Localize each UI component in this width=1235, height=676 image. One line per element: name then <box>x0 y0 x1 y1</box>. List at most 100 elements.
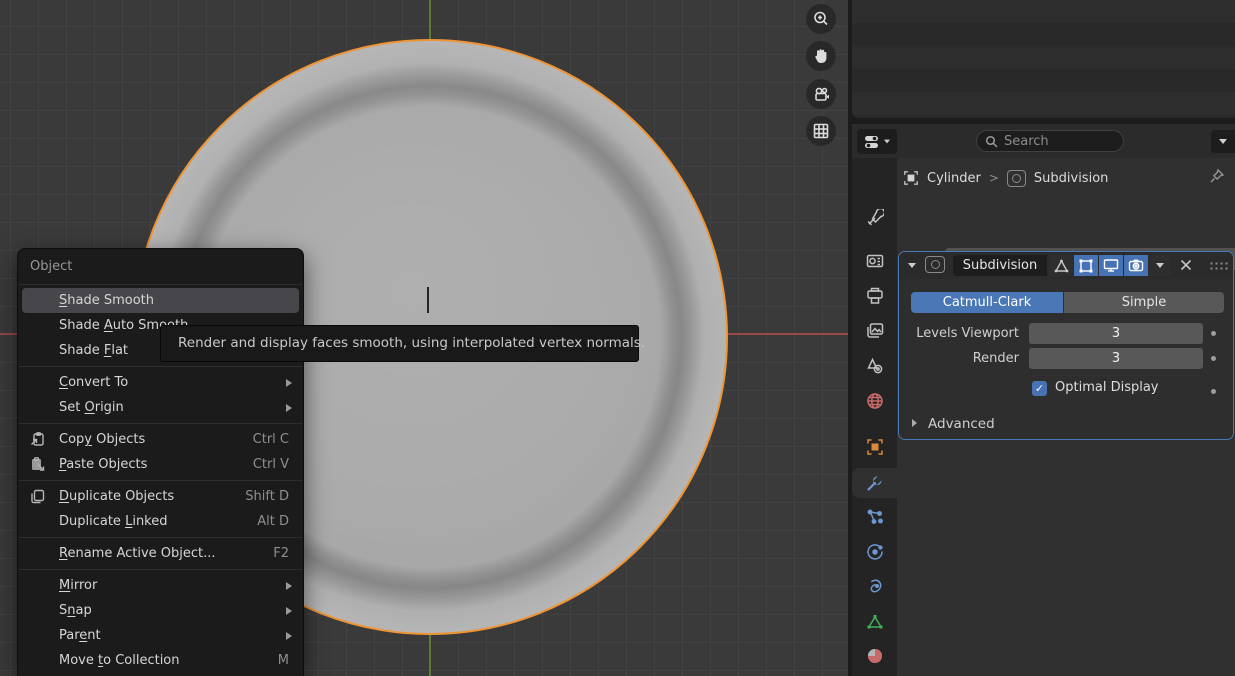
animate-dot[interactable] <box>1211 356 1216 361</box>
advanced-section-toggle[interactable]: Advanced <box>928 416 995 432</box>
chevron-down-icon <box>1156 263 1164 268</box>
search-input[interactable] <box>1004 134 1104 149</box>
blender-window: Object Shade Smooth Shade Auto Smooth Sh… <box>0 0 1235 676</box>
constraints-icon <box>866 578 884 596</box>
tab-view-layer[interactable] <box>852 316 897 346</box>
menu-item-mirror[interactable]: Mirror <box>18 573 303 598</box>
type-catmull-clark-button[interactable]: Catmull-Clark <box>911 292 1063 313</box>
pan-button[interactable] <box>806 41 836 71</box>
zoom-icon <box>812 10 830 28</box>
levels-viewport-field[interactable]: 3 <box>1029 323 1203 344</box>
breadcrumb-separator: > <box>989 171 999 185</box>
physics-icon <box>866 543 884 561</box>
view-layer-icon <box>866 322 884 340</box>
tab-material[interactable] <box>852 641 897 671</box>
menu-title: Object <box>18 255 303 281</box>
mesh-data-icon <box>866 613 884 631</box>
animate-dot[interactable] <box>1211 331 1216 336</box>
render-icon <box>866 252 884 270</box>
camera-view-button[interactable] <box>806 79 836 109</box>
viewport-3d[interactable]: Object Shade Smooth Shade Auto Smooth Sh… <box>0 0 848 676</box>
particles-icon <box>866 508 884 526</box>
editor-type-button[interactable] <box>857 129 897 154</box>
drag-grip-icon[interactable] <box>1209 261 1229 270</box>
modifier-panel-header[interactable]: Subdivision <box>899 252 1233 279</box>
menu-separator <box>19 537 302 538</box>
menu-separator <box>19 569 302 570</box>
animate-dot[interactable] <box>1211 389 1216 394</box>
tab-particles[interactable] <box>852 502 897 532</box>
toggle-display-viewport[interactable] <box>1099 255 1123 276</box>
output-icon <box>866 287 884 305</box>
grid-ortho-button[interactable] <box>806 116 836 146</box>
render-levels-label: Render <box>899 348 1019 369</box>
toggle-display-render[interactable] <box>1124 255 1148 276</box>
world-icon <box>866 392 884 410</box>
submenu-arrow-icon <box>286 582 292 590</box>
tool-icon <box>866 209 884 227</box>
toggle-edit-mode[interactable] <box>1074 255 1098 276</box>
zoom-button[interactable] <box>806 4 836 34</box>
subdivision-modifier-panel: Subdivision <box>898 251 1234 440</box>
menu-item-convert-to[interactable]: Convert To <box>18 370 303 395</box>
type-simple-button[interactable]: Simple <box>1064 292 1224 313</box>
chevron-down-icon <box>884 140 890 144</box>
tab-physics[interactable] <box>852 537 897 567</box>
menu-item-duplicate-objects[interactable]: Duplicate Objects Shift D <box>18 484 303 509</box>
properties-tab-strip <box>852 158 897 676</box>
camera-view-icon <box>812 85 831 104</box>
tab-output[interactable] <box>852 281 897 311</box>
breadcrumb-object[interactable]: Cylinder <box>927 171 981 186</box>
toggle-on-cage[interactable] <box>1049 255 1073 276</box>
menu-item-move-to-collection[interactable]: Move to Collection M <box>18 648 303 673</box>
submenu-arrow-icon <box>286 404 292 412</box>
modifier-name-field[interactable]: Subdivision <box>953 255 1047 276</box>
tab-constraints[interactable] <box>852 572 897 602</box>
copy-icon <box>29 431 46 448</box>
breadcrumb-modifier[interactable]: Subdivision <box>1034 171 1109 186</box>
tab-world[interactable] <box>852 386 897 416</box>
subdivision-modifier-icon <box>925 256 945 273</box>
close-icon[interactable] <box>1179 258 1193 272</box>
grid-ortho-icon <box>812 122 830 140</box>
menu-item-parent[interactable]: Parent <box>18 623 303 648</box>
header-options-button[interactable] <box>1211 130 1235 153</box>
submenu-arrow-icon <box>286 607 292 615</box>
menu-item-copy-objects[interactable]: Copy Objects Ctrl C <box>18 427 303 452</box>
menu-item-shade-smooth[interactable]: Shade Smooth <box>22 288 299 313</box>
optimal-display-checkbox[interactable]: ✓ <box>1032 381 1047 396</box>
tab-object-data[interactable] <box>852 607 897 637</box>
search-icon <box>985 135 998 148</box>
submenu-arrow-icon <box>286 379 292 387</box>
pin-icon[interactable] <box>1209 168 1225 184</box>
expand-chevron-icon[interactable] <box>908 263 916 268</box>
menu-separator <box>19 284 302 285</box>
duplicate-icon <box>29 488 46 505</box>
pan-hand-icon <box>812 47 830 65</box>
tab-tool[interactable] <box>852 203 897 233</box>
menu-separator <box>19 366 302 367</box>
menu-item-set-origin[interactable]: Set Origin <box>18 395 303 420</box>
breadcrumb: Cylinder > Subdivision <box>903 168 1108 188</box>
chevron-right-icon <box>912 419 917 427</box>
menu-item-duplicate-linked[interactable]: Duplicate Linked Alt D <box>18 509 303 534</box>
shortcut-label: Ctrl V <box>253 452 289 477</box>
outliner-region[interactable] <box>852 0 1235 118</box>
search-field[interactable] <box>976 130 1124 152</box>
object-icon <box>903 170 919 186</box>
cursor-tick <box>427 287 429 313</box>
properties-editor-icon <box>864 134 882 150</box>
tab-scene[interactable] <box>852 351 897 381</box>
tab-render[interactable] <box>852 246 897 276</box>
on-cage-icon <box>1053 258 1070 274</box>
menu-item-paste-objects[interactable]: Paste Objects Ctrl V <box>18 452 303 477</box>
monitor-icon <box>1103 258 1119 273</box>
render-levels-field[interactable]: 3 <box>1029 348 1203 369</box>
tab-object[interactable] <box>852 432 897 462</box>
modifier-extras-button[interactable] <box>1149 255 1171 276</box>
menu-separator <box>19 480 302 481</box>
tab-modifiers-active[interactable] <box>852 468 897 498</box>
menu-item-rename-active-object[interactable]: Rename Active Object... F2 <box>18 541 303 566</box>
menu-separator <box>19 423 302 424</box>
menu-item-snap[interactable]: Snap <box>18 598 303 623</box>
